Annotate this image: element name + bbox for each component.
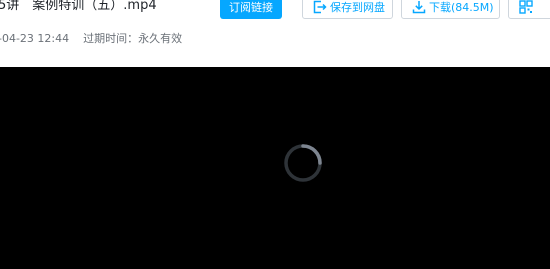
download-button[interactable]: 下载(84.5M) [401,0,500,19]
qr-code-icon [519,0,533,14]
subscribe-link-label: 订阅链接 [229,0,273,14]
expiry-label: 过期时间：永久有效 [83,32,183,45]
save-to-drive-icon [313,0,327,13]
file-title: 5讲 案例特训（五）.mp4 [0,0,157,13]
video-player[interactable] [0,67,550,269]
loading-spinner-icon [284,144,322,182]
save-to-drive-label: 保存到网盘 [330,0,385,14]
created-time: -04-23 12:44 [0,32,70,45]
subscribe-link-button[interactable]: 订阅链接 [220,0,282,19]
save-to-drive-button[interactable]: 保存到网盘 [302,0,393,19]
download-icon [412,0,426,13]
file-header: 5讲 案例特训（五）.mp4 -04-23 12:44 过期时间：永久有效 订阅链… [0,0,550,67]
file-meta: -04-23 12:44 过期时间：永久有效 [0,32,182,46]
download-label: 下载(84.5M) [429,0,494,14]
qr-code-button[interactable] [508,0,550,19]
